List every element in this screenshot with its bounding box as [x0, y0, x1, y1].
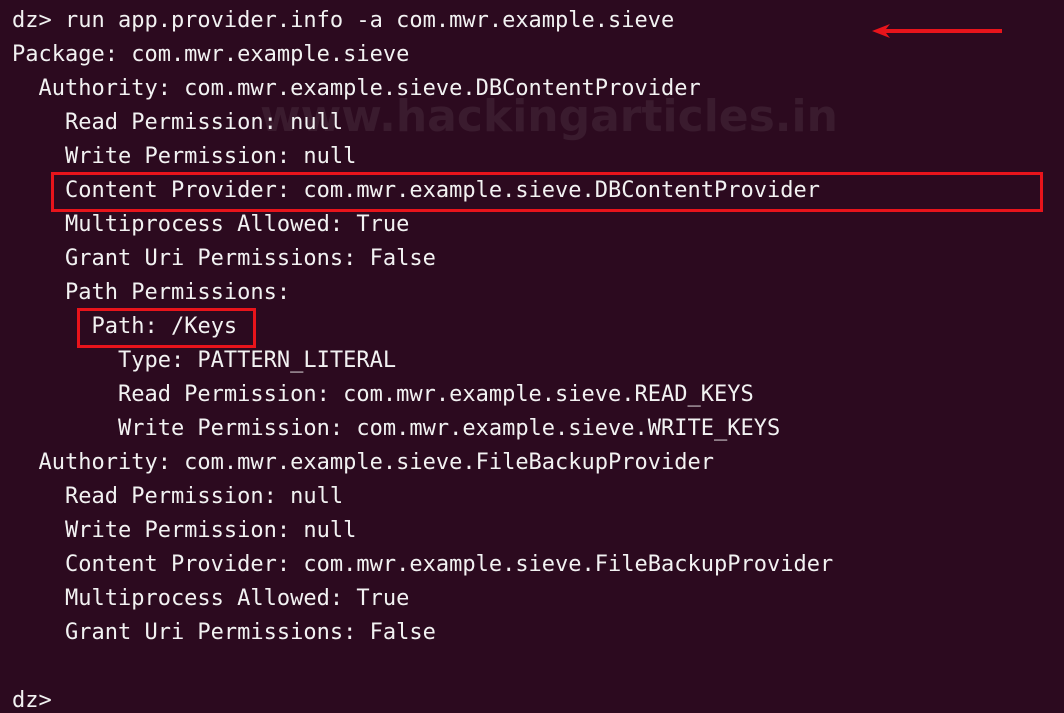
prompt-line[interactable]: dz> — [12, 684, 1064, 713]
content-provider-line: Content Provider: com.mwr.example.sieve.… — [12, 552, 834, 577]
write-permission-line: Write Permission: null — [12, 144, 357, 169]
path-type-line: Type: PATTERN_LITERAL — [12, 348, 397, 373]
authority-line: Authority: com.mwr.example.sieve.FileBac… — [12, 450, 714, 475]
grant-uri-line: Grant Uri Permissions: False — [12, 620, 436, 645]
write-permission-line: Write Permission: null — [12, 518, 357, 543]
read-permission-line: Read Permission: null — [12, 110, 344, 135]
path-read-permission-line: Read Permission: com.mwr.example.sieve.R… — [12, 382, 754, 407]
multiprocess-line: Multiprocess Allowed: True — [12, 586, 410, 611]
path-permissions-line: Path Permissions: — [12, 280, 291, 305]
path-keys-highlight: Path: /Keys — [77, 308, 257, 348]
read-permission-line: Read Permission: null — [12, 484, 344, 509]
red-arrow-icon — [872, 24, 1002, 38]
multiprocess-line: Multiprocess Allowed: True — [12, 212, 410, 237]
content-provider-highlight: Content Provider: com.mwr.example.sieve.… — [50, 172, 1043, 212]
terminal-window[interactable]: www.hackingarticles.in dz> run app.provi… — [0, 0, 1064, 713]
grant-uri-line: Grant Uri Permissions: False — [12, 246, 436, 271]
package-line: Package: com.mwr.example.sieve — [12, 42, 410, 67]
highlighted-line-wrapper: Content Provider: com.mwr.example.sieve.… — [12, 172, 1064, 212]
highlighted-line-wrapper: Path: /Keys — [12, 308, 1064, 348]
authority-line: Authority: com.mwr.example.sieve.DBConte… — [12, 76, 701, 101]
path-write-permission-line: Write Permission: com.mwr.example.sieve.… — [12, 416, 781, 441]
